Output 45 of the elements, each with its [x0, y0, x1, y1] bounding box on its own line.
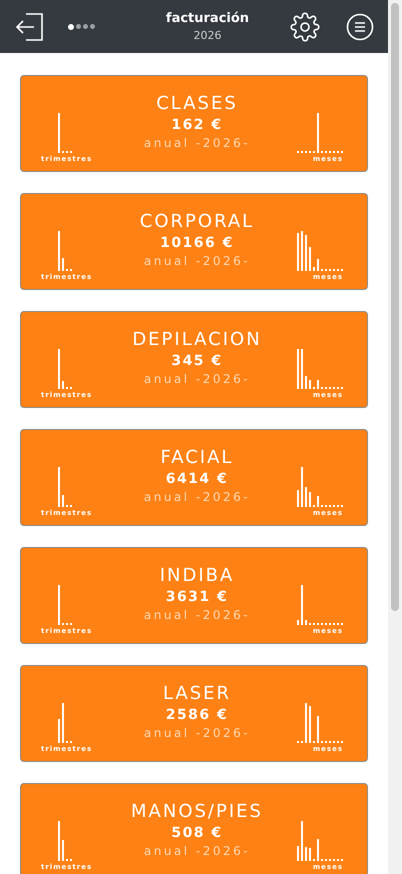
period-label: anual -2026- — [144, 490, 250, 504]
logout-icon[interactable] — [14, 12, 46, 42]
category-name: INDIBA — [160, 565, 234, 586]
sparkline — [297, 113, 345, 153]
sparkline — [58, 113, 74, 153]
sparkline — [58, 467, 74, 507]
period-label: anual -2026- — [144, 254, 250, 268]
sparkline — [58, 585, 74, 625]
category-name: DEPILACION — [132, 329, 262, 350]
sparkline — [58, 349, 74, 389]
sparkline — [297, 821, 345, 861]
header-year: 2026 — [194, 29, 222, 42]
sparkline — [58, 821, 74, 861]
period-label: anual -2026- — [144, 726, 250, 740]
category-amount: 3631 € — [166, 589, 228, 605]
category-name: LASER — [162, 683, 232, 704]
category-name: CLASES — [156, 93, 238, 114]
category-name: CORPORAL — [140, 211, 254, 232]
category-name: MANOS/PIES — [131, 801, 263, 822]
category-name: FACIAL — [160, 447, 234, 468]
page-dot[interactable] — [90, 24, 95, 29]
sparkline — [297, 349, 345, 389]
page-dot[interactable] — [68, 24, 74, 30]
period-label: anual -2026- — [144, 608, 250, 622]
scrollbar[interactable] — [388, 0, 402, 874]
sparkline — [297, 585, 345, 625]
sparkline — [297, 467, 345, 507]
category-amount: 345 € — [171, 353, 223, 369]
page-dot[interactable] — [83, 24, 88, 29]
category-amount: 508 € — [171, 825, 223, 841]
period-label: anual -2026- — [144, 844, 250, 858]
category-amount: 2586 € — [166, 707, 228, 723]
period-label: anual -2026- — [144, 372, 250, 386]
category-amount: 6414 € — [166, 471, 228, 487]
header-title: facturación — [166, 11, 250, 26]
settings-icon[interactable] — [290, 12, 320, 42]
sparkline — [297, 703, 345, 743]
period-label: anual -2026- — [144, 136, 250, 150]
sparkline — [58, 703, 74, 743]
menu-icon[interactable] — [346, 12, 374, 40]
sparkline — [297, 231, 345, 271]
sparkline — [58, 231, 74, 271]
category-amount: 10166 € — [160, 235, 234, 251]
category-amount: 162 € — [171, 117, 223, 133]
page-dot[interactable] — [76, 24, 81, 29]
